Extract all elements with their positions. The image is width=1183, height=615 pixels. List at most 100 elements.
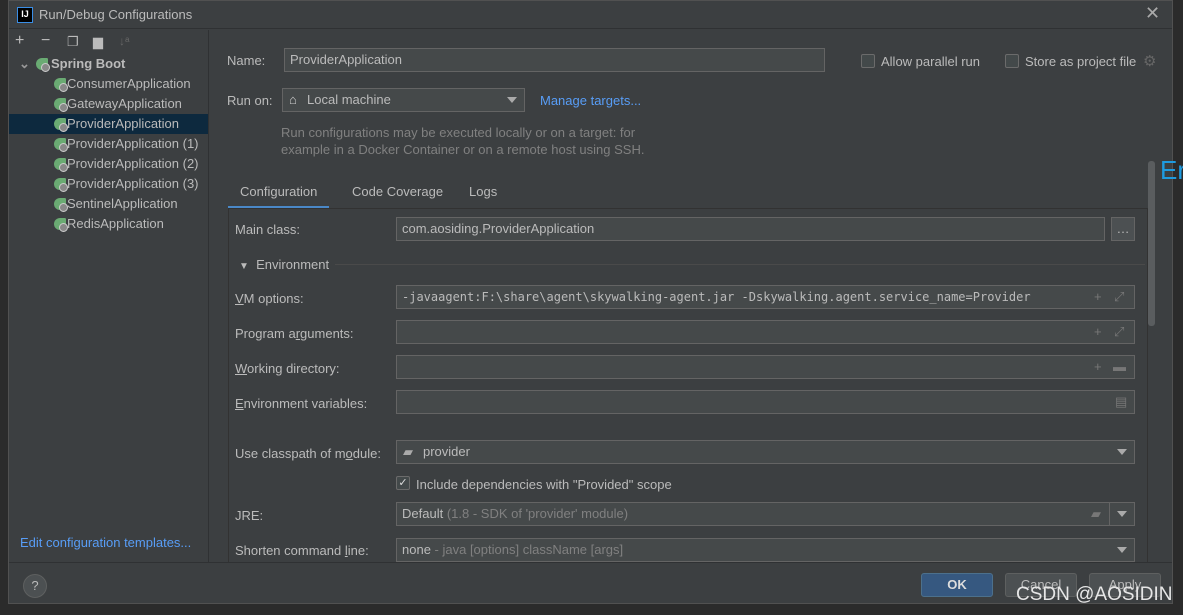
tree-item[interactable]: ProviderApplication <box>9 114 208 134</box>
spring-boot-icon <box>54 198 68 212</box>
environment-variables-label: Environment variables: <box>235 396 368 411</box>
sort-icon[interactable]: ↓ᵃ <box>119 34 129 48</box>
tree-item[interactable]: RedisApplication <box>9 214 208 234</box>
chevron-down-icon <box>1117 449 1127 455</box>
spring-boot-icon <box>54 218 68 232</box>
divider <box>9 562 1172 563</box>
tree-item-label: ConsumerApplication <box>67 76 191 91</box>
plus-icon[interactable]: + <box>1094 359 1102 374</box>
chevron-down-icon: ▼ <box>239 261 249 272</box>
module-value: provider <box>423 444 470 459</box>
tree-item-label: RedisApplication <box>67 216 164 231</box>
tree-item-label: ProviderApplication (2) <box>67 156 199 171</box>
spring-boot-icon <box>54 178 68 192</box>
module-select[interactable]: ▰ provider <box>396 440 1135 464</box>
plus-icon[interactable]: + <box>1094 324 1102 339</box>
main-class-input[interactable]: com.aosiding.ProviderApplication <box>396 217 1105 241</box>
config-tree-panel: + − ❐ ▆ ↓ᵃ ⌄ Spring Boot ConsumerApplica… <box>9 30 209 562</box>
tree-item-label: ProviderApplication (1) <box>67 136 199 151</box>
allow-parallel-label: Allow parallel run <box>881 54 980 69</box>
environment-section[interactable]: ▼ Environment <box>239 257 329 272</box>
expand-icon[interactable]: ⤢ <box>1114 324 1124 340</box>
title-bar: IJ Run/Debug Configurations ✕ <box>9 1 1172 29</box>
tree-item[interactable]: ProviderApplication (3) <box>9 174 208 194</box>
vm-options-input[interactable]: -javaagent:F:\share\agent\skywalking-age… <box>396 285 1135 309</box>
tree-item[interactable]: ProviderApplication (2) <box>9 154 208 174</box>
help-button[interactable]: ? <box>23 574 47 598</box>
run-on-label: Run on: <box>227 93 273 108</box>
window-title: Run/Debug Configurations <box>39 7 193 22</box>
tab-logs[interactable]: Logs <box>457 177 509 209</box>
tree-group-label: Spring Boot <box>51 56 126 71</box>
spring-boot-icon <box>54 138 68 152</box>
jre-hint: (1.8 - SDK of 'provider' module) <box>446 506 629 521</box>
manage-targets-link[interactable]: Manage targets... <box>540 93 641 108</box>
tab-configuration[interactable]: Configuration <box>228 177 330 209</box>
run-on-select[interactable]: ⌂ Local machine <box>282 88 525 112</box>
jre-select[interactable]: Default (1.8 - SDK of 'provider' module)… <box>396 502 1135 526</box>
tree-item[interactable]: ProviderApplication (1) <box>9 134 208 154</box>
spring-boot-icon <box>54 98 68 112</box>
chevron-down-icon <box>507 97 517 103</box>
folder-icon: ▰ <box>403 444 413 459</box>
module-label: Use classpath of module: <box>235 446 381 461</box>
watermark: CSDN @AOSIDIN <box>1016 584 1173 605</box>
close-icon[interactable]: ✕ <box>1145 3 1160 24</box>
shorten-command-label: Shorten command line: <box>235 543 369 558</box>
new-folder-icon[interactable]: ▆ <box>93 34 103 50</box>
minus-icon[interactable]: − <box>41 32 50 50</box>
gear-icon[interactable]: ⚙ <box>1143 52 1156 70</box>
tree-item-label: SentinelApplication <box>67 196 178 211</box>
store-project-label: Store as project file <box>1025 54 1137 69</box>
folder-icon[interactable]: ▰ <box>1091 503 1101 525</box>
folder-icon[interactable]: ▬ <box>1113 359 1126 374</box>
shorten-value: none <box>402 542 431 557</box>
scrollbar[interactable] <box>1148 161 1155 326</box>
plus-icon[interactable]: + <box>15 32 24 50</box>
shorten-hint: - java [options] className [args] <box>434 542 624 557</box>
tree-item[interactable]: ConsumerApplication <box>9 74 208 94</box>
shorten-command-select[interactable]: none - java [options] className [args] <box>396 538 1135 562</box>
vm-options-label: VM options: <box>235 291 304 306</box>
include-deps-label: Include dependencies with "Provided" sco… <box>416 477 672 492</box>
name-label: Name: <box>227 53 266 68</box>
environment-variables-input[interactable] <box>396 390 1135 414</box>
document-icon[interactable]: ▤ <box>1115 394 1127 410</box>
working-directory-input[interactable] <box>396 355 1135 379</box>
allow-parallel-checkbox[interactable] <box>861 54 875 68</box>
tab-code-coverage[interactable]: Code Coverage <box>340 177 455 209</box>
chevron-down-icon[interactable] <box>1117 511 1127 517</box>
run-on-hint: Run configurations may be executed local… <box>281 125 645 157</box>
jre-label: JRE: <box>235 508 264 523</box>
spring-boot-icon <box>36 58 50 72</box>
spring-boot-icon <box>54 118 68 132</box>
divider <box>335 264 1145 265</box>
spring-boot-icon <box>54 78 68 92</box>
browse-button[interactable]: … <box>1111 217 1135 241</box>
program-arguments-label: Program arguments: <box>235 326 354 341</box>
ok-button[interactable]: OK <box>921 573 993 597</box>
program-arguments-input[interactable] <box>396 320 1135 344</box>
name-input[interactable]: ProviderApplication <box>284 48 825 72</box>
copy-icon[interactable]: ❐ <box>67 34 79 50</box>
edit-configuration-templates-link[interactable]: Edit configuration templates... <box>20 535 191 550</box>
expand-icon[interactable]: ⤢ <box>1114 289 1124 305</box>
chevron-down-icon <box>1117 547 1127 553</box>
include-deps-checkbox[interactable]: ✓ <box>396 476 410 490</box>
store-project-checkbox[interactable] <box>1005 54 1019 68</box>
tree-item[interactable]: GatewayApplication <box>9 94 208 114</box>
chevron-down-icon[interactable]: ⌄ <box>19 54 30 74</box>
tree-item-label: ProviderApplication (3) <box>67 176 199 191</box>
tree-group-spring-boot[interactable]: ⌄ Spring Boot <box>9 54 208 74</box>
run-debug-dialog: IJ Run/Debug Configurations ✕ + − ❐ ▆ ↓ᵃ… <box>8 0 1173 604</box>
plus-icon[interactable]: + <box>1094 289 1102 304</box>
main-class-label: Main class: <box>235 222 301 237</box>
jre-value: Default <box>402 506 444 521</box>
working-directory-label: Working directory: <box>235 361 340 376</box>
divider <box>1109 503 1110 525</box>
tree-item-label: GatewayApplication <box>67 96 182 111</box>
home-icon: ⌂ <box>289 92 297 107</box>
tree-item[interactable]: SentinelApplication <box>9 194 208 214</box>
run-on-value: Local machine <box>307 92 391 107</box>
spring-boot-icon <box>54 158 68 172</box>
